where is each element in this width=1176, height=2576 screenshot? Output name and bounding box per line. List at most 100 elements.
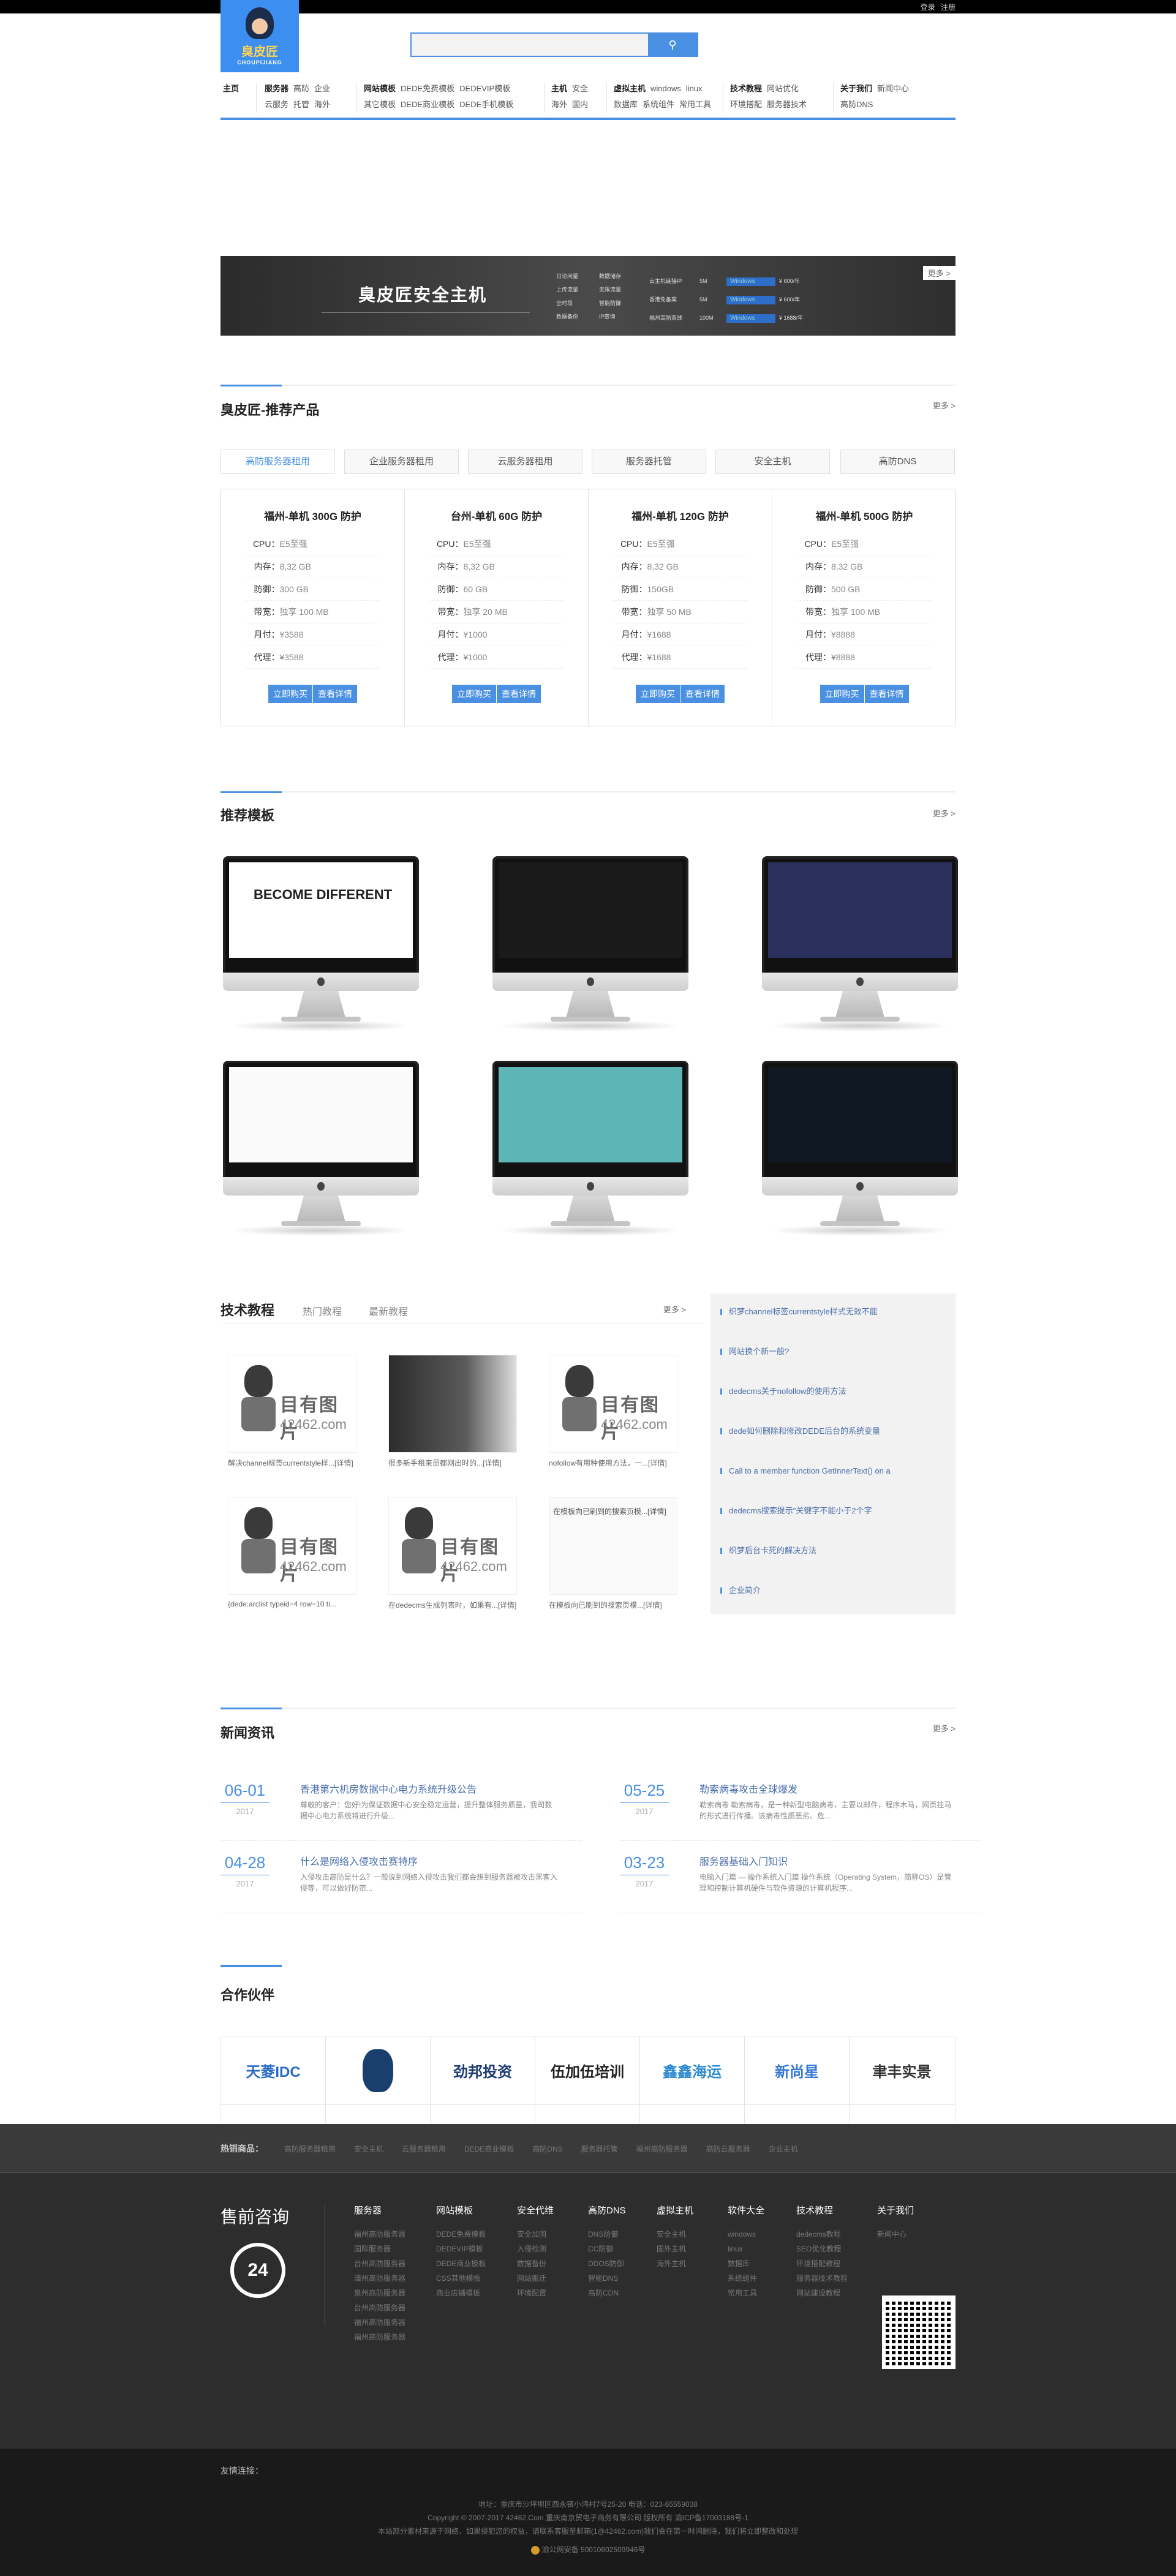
nav-item[interactable]: 数据库: [614, 97, 638, 113]
news-item[interactable]: 06-01 2017 香港第六机房数据中心电力系统升级公告 尊敬的客户：您好!为保证数…: [221, 1775, 582, 1841]
footer-link[interactable]: 网站建设教程: [796, 2286, 870, 2300]
template-preview[interactable]: [492, 856, 688, 1033]
nav-item[interactable]: 高防: [293, 81, 309, 97]
news-title[interactable]: 服务器基础入门知识: [699, 1853, 788, 1868]
tab-cloud-servers[interactable]: 云服务器租用: [468, 450, 582, 474]
tab-secure-hosting[interactable]: 安全主机: [715, 450, 830, 474]
news-title[interactable]: 什么是网络入侵攻击赛特序: [300, 1853, 418, 1868]
hosting-banner[interactable]: 臭皮匠安全主机 日访问量 上传流量 全时段 数据备份 数据储存 无限流量 智能防御 IP查询…: [221, 256, 956, 336]
view-details-button[interactable]: 查看详情: [497, 685, 541, 703]
nav-item[interactable]: 网站优化: [767, 81, 799, 97]
tutorial-caption[interactable]: 很多新手租来员都刚出时的...[详情]: [388, 1458, 517, 1468]
footer-link[interactable]: DEDE商业模板: [436, 2256, 510, 2271]
tab-ddos-dns[interactable]: 高防DNS: [840, 450, 955, 474]
footer-link[interactable]: DEDEVIP模板: [436, 2242, 510, 2256]
footer-link[interactable]: 数据库: [728, 2256, 801, 2271]
tutorial-caption[interactable]: 在模板向已刷到的搜索页模...[详情]: [549, 1600, 677, 1610]
tutorial-list-item[interactable]: dede如何删除和修改DEDE后台的系统变量: [710, 1425, 956, 1465]
footer-link[interactable]: 常用工具: [728, 2286, 801, 2300]
view-details-button[interactable]: 查看详情: [864, 685, 909, 703]
footer-link[interactable]: 入侵检测: [517, 2242, 590, 2256]
footer-column-title[interactable]: 虚拟主机: [657, 2204, 730, 2218]
tutorial-list-item[interactable]: 企业简介: [710, 1584, 956, 1624]
hot-product-link[interactable]: 云服务器租用: [402, 2145, 446, 2153]
buy-now-button[interactable]: 立即购买: [452, 685, 497, 703]
footer-column-title[interactable]: 技术教程: [796, 2204, 870, 2218]
hot-product-link[interactable]: 服务器托管: [581, 2145, 618, 2153]
banner-more-link[interactable]: 更多 >: [922, 266, 956, 280]
partner-logo[interactable]: 鑫鑫海运: [640, 2036, 745, 2105]
nav-item[interactable]: 新闻中心: [877, 81, 909, 97]
nav-head-hosting[interactable]: 主机: [551, 81, 567, 97]
hot-product-link[interactable]: 企业主机: [769, 2145, 798, 2153]
nav-item[interactable]: 企业: [314, 81, 330, 97]
footer-link[interactable]: 台州高防服务器: [354, 2300, 428, 2315]
tutorial-caption[interactable]: 解决channel标签currentstyle样...[详情]: [228, 1458, 356, 1468]
footer-link[interactable]: 漳州高防服务器: [354, 2271, 428, 2286]
tab-ddos-servers[interactable]: 高防服务器租用: [221, 450, 335, 474]
tab-latest[interactable]: 最新教程: [369, 1303, 408, 1318]
partner-logo[interactable]: 聿丰实景: [850, 2036, 954, 2105]
tutorial-list-item[interactable]: 织梦后台卡死的解决方法: [710, 1545, 956, 1584]
footer-link[interactable]: 福州高防服务器: [354, 2330, 428, 2344]
footer-link[interactable]: 服务器技术教程: [796, 2271, 870, 2286]
template-preview[interactable]: BECOME DIFFERENT: [223, 856, 419, 1033]
search-button[interactable]: ⚲: [648, 34, 697, 56]
hot-product-link[interactable]: 安全主机: [354, 2145, 383, 2153]
tutorial-caption[interactable]: 在dedecms生成列表时，如果有...[详情]: [388, 1600, 517, 1610]
template-preview[interactable]: [762, 1061, 958, 1237]
tab-enterprise-servers[interactable]: 企业服务器租用: [344, 450, 459, 474]
footer-link[interactable]: 福州高防服务器: [354, 2315, 428, 2330]
footer-link[interactable]: 福州高防服务器: [354, 2227, 428, 2242]
partner-logo[interactable]: 天菱IDC: [221, 2036, 326, 2105]
news-item[interactable]: 03-23 2017 服务器基础入门知识 电脑入门篇 — 操作系统入门篇 操作系统（O…: [620, 1847, 981, 1913]
tutorial-card[interactable]: 目有图片 42462.com {dede:arclist typeid=4 row=…: [228, 1497, 356, 1619]
tutorial-list-item[interactable]: 网站换个新一般?: [710, 1346, 956, 1385]
nav-item[interactable]: 常用工具: [679, 97, 711, 113]
footer-link[interactable]: SEO优化教程: [796, 2242, 870, 2256]
nav-head-templates[interactable]: 网站模板: [364, 81, 396, 97]
nav-item[interactable]: 国内: [572, 97, 588, 113]
partner-logo[interactable]: [326, 2036, 431, 2105]
nav-head-servers[interactable]: 服务器: [265, 81, 288, 97]
more-link[interactable]: 更多 >: [663, 1303, 686, 1315]
nav-item[interactable]: 高防DNS: [840, 97, 873, 113]
view-details-button[interactable]: 查看详情: [680, 685, 725, 703]
tutorial-card[interactable]: 很多新手租来员都刚出时的...[详情]: [388, 1355, 517, 1477]
police-record[interactable]: 渝公网安备 50010602509946号: [0, 2543, 1176, 2556]
template-preview[interactable]: [492, 1061, 688, 1237]
nav-home-label[interactable]: 主页: [223, 81, 239, 97]
footer-link[interactable]: 环境配置: [517, 2286, 590, 2300]
partner-logo[interactable]: 新尚星: [745, 2036, 850, 2105]
buy-now-button[interactable]: 立即购买: [820, 685, 865, 703]
hot-product-link[interactable]: DEDE商业模板: [464, 2145, 514, 2153]
footer-link[interactable]: 海外主机: [657, 2256, 730, 2271]
tutorial-list-item[interactable]: dedecms搜索提示"关键字不能小于2个字: [710, 1505, 956, 1545]
buy-now-button[interactable]: 立即购买: [268, 685, 313, 703]
footer-link[interactable]: 国际服务器: [354, 2242, 428, 2256]
nav-item[interactable]: DEDE手机模板: [459, 97, 513, 113]
nav-head-about[interactable]: 关于我们: [840, 81, 872, 97]
nav-item[interactable]: DEDE免费模板: [401, 81, 454, 97]
footer-link[interactable]: 高防CDN: [588, 2286, 662, 2300]
more-link[interactable]: 更多 >: [933, 807, 956, 819]
footer-link[interactable]: 台州高防服务器: [354, 2256, 428, 2271]
nav-item[interactable]: 海外: [314, 97, 330, 113]
nav-item[interactable]: 云服务: [265, 97, 288, 113]
view-details-button[interactable]: 查看详情: [313, 685, 357, 703]
tutorial-caption[interactable]: {dede:arclist typeid=4 row=10 ti...: [228, 1600, 356, 1608]
nav-item[interactable]: windows: [650, 81, 681, 97]
footer-link[interactable]: 智能DNS: [588, 2271, 662, 2286]
footer-column-title[interactable]: 软件大全: [728, 2204, 801, 2218]
nav-item[interactable]: 安全: [572, 81, 588, 97]
nav-home[interactable]: 主页: [223, 81, 244, 97]
tutorial-caption[interactable]: nofollow有用种使用方法，一...[详情]: [549, 1458, 677, 1468]
template-preview[interactable]: [762, 856, 958, 1033]
news-item[interactable]: 05-25 2017 勒索病毒攻击全球爆发 勒索病毒 勒索病毒，是一种新型电脑病毒，主…: [620, 1775, 981, 1841]
footer-link[interactable]: linux: [728, 2242, 801, 2256]
footer-column-title[interactable]: 网站模板: [436, 2204, 510, 2218]
tutorial-list-item[interactable]: Call to a member function GetInnerText()…: [710, 1465, 956, 1505]
nav-item[interactable]: DEDE商业模板: [401, 97, 454, 113]
tutorial-card[interactable]: 目有图片 42462.com 解决channel标签currentstyle样...…: [228, 1355, 356, 1477]
nav-head-tutorials[interactable]: 技术教程: [730, 81, 762, 97]
